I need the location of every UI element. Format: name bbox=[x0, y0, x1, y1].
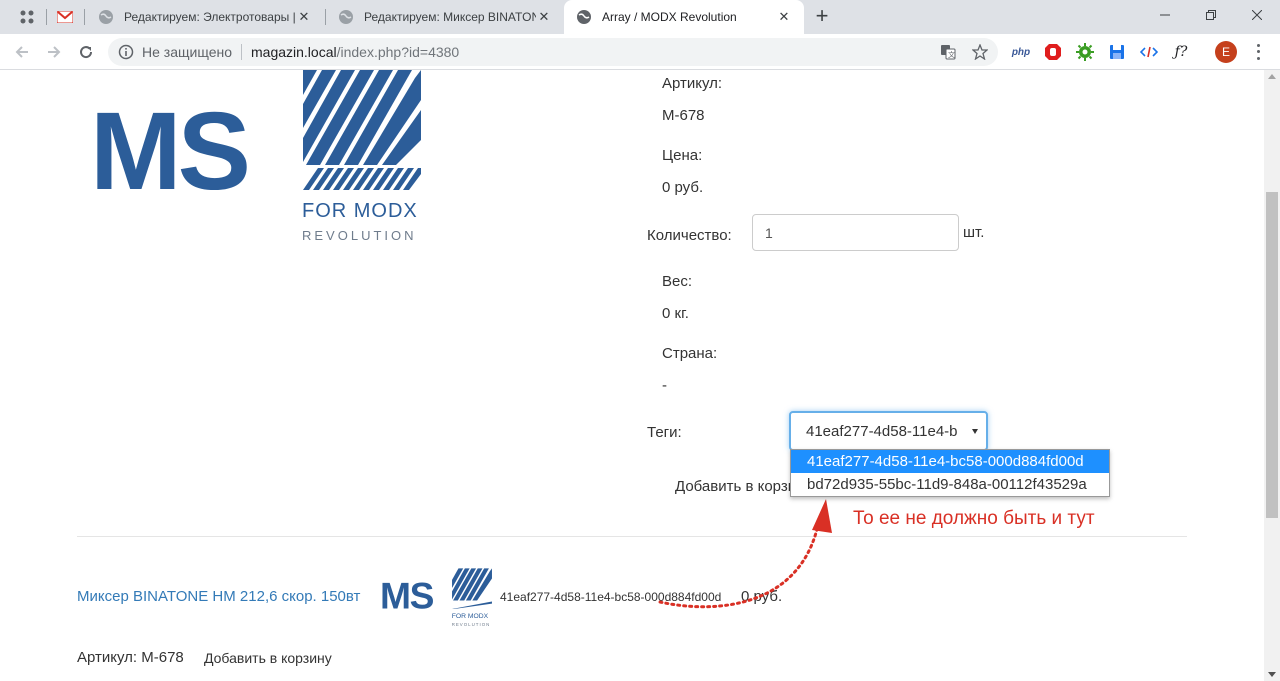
tab-title: Редактируем: Миксер BINATONE bbox=[364, 10, 536, 24]
back-button[interactable] bbox=[10, 40, 34, 64]
bookmark-star-icon[interactable] bbox=[972, 44, 988, 60]
ms2-logo-small: MS FOR MODX REVOLUTION bbox=[380, 568, 492, 627]
tab-title: Редактируем: Электротовары | M bbox=[124, 10, 296, 24]
minimize-button[interactable] bbox=[1142, 0, 1188, 30]
gmail-icon bbox=[57, 11, 73, 23]
tab-array-modx[interactable]: Array / MODX Revolution ✕ bbox=[564, 0, 804, 34]
restore-icon bbox=[1206, 10, 1216, 20]
quantity-input[interactable] bbox=[752, 214, 959, 251]
reload-icon bbox=[80, 46, 93, 59]
address-bar[interactable]: Не защищено magazin.local/index.php?id=4… bbox=[108, 38, 998, 66]
logo-subtitle-1: FOR MODX bbox=[452, 613, 489, 620]
svg-text:文: 文 bbox=[948, 50, 955, 59]
arrow-left-icon bbox=[15, 46, 28, 58]
dropdown-arrow-icon bbox=[972, 429, 978, 434]
pinned-tab-apps[interactable] bbox=[8, 0, 46, 34]
globe-icon bbox=[577, 10, 591, 24]
logo-ms-text: MS bbox=[380, 575, 434, 617]
logo-subtitle-2: REVOLUTION bbox=[302, 228, 417, 243]
tags-option[interactable]: 41eaf277-4d58-11e4-bc58-000d884fd00d bbox=[791, 450, 1109, 473]
divider bbox=[77, 536, 1187, 537]
gear-bug-icon[interactable] bbox=[1075, 42, 1095, 62]
quantity-unit: шт. bbox=[963, 224, 985, 241]
browser-menu-button[interactable] bbox=[1250, 42, 1266, 62]
divider bbox=[241, 44, 242, 60]
tags-select[interactable]: 41eaf277-4d58-11e4-bc58-000d884fd00d bbox=[789, 411, 988, 451]
close-tab-icon[interactable]: ✕ bbox=[536, 9, 552, 25]
scroll-up-arrow-icon[interactable] bbox=[1268, 74, 1276, 79]
scrollbar-thumb[interactable] bbox=[1266, 192, 1278, 518]
product-sku: Артикул: M-678 bbox=[77, 649, 184, 666]
vertical-scrollbar[interactable] bbox=[1264, 70, 1280, 681]
logo-ms-text: MS bbox=[90, 90, 248, 213]
tags-label: Теги: bbox=[647, 424, 682, 441]
globe-icon bbox=[99, 10, 113, 24]
weight-value: 0 кг. bbox=[662, 305, 689, 322]
add-to-cart-link[interactable]: Добавить в корзину bbox=[204, 650, 332, 666]
security-status: Не защищено bbox=[142, 44, 232, 60]
price-value: 0 руб. bbox=[662, 179, 704, 196]
close-icon bbox=[1252, 10, 1262, 20]
country-label: Страна: bbox=[662, 345, 718, 362]
apps-grid-icon bbox=[20, 10, 34, 24]
url-host: magazin.local bbox=[251, 44, 337, 60]
logo-subtitle-2: REVOLUTION bbox=[452, 622, 491, 627]
close-tab-icon[interactable]: ✕ bbox=[776, 9, 792, 25]
product-link[interactable]: Миксер BINATONE HM 212,6 скор. 150вт bbox=[77, 588, 360, 605]
annotation-text: То ее не должно быть и тут bbox=[847, 506, 1101, 532]
pinned-tab-gmail[interactable] bbox=[46, 0, 84, 34]
profile-avatar[interactable]: E bbox=[1215, 41, 1237, 63]
globe-icon bbox=[339, 10, 353, 24]
weight-label: Вес: bbox=[662, 273, 693, 290]
close-window-button[interactable] bbox=[1234, 0, 1280, 30]
price-label: Цена: bbox=[662, 147, 703, 164]
logo-stripes bbox=[303, 70, 421, 190]
close-tab-icon[interactable]: ✕ bbox=[296, 9, 312, 25]
url-path: /index.php?id=4380 bbox=[336, 44, 460, 60]
arrow-right-icon bbox=[48, 46, 61, 58]
new-tab-button[interactable]: + bbox=[810, 5, 834, 29]
reload-button[interactable] bbox=[74, 40, 98, 64]
save-disk-icon[interactable] bbox=[1107, 42, 1127, 62]
minimize-icon bbox=[1160, 14, 1170, 16]
tab-title: Array / MODX Revolution bbox=[602, 10, 737, 24]
annotation-arrow bbox=[658, 499, 832, 609]
country-value: - bbox=[662, 377, 667, 394]
quantity-label: Количество: bbox=[647, 227, 732, 244]
info-icon bbox=[118, 44, 134, 60]
translate-icon[interactable]: 文 bbox=[940, 44, 956, 60]
tab-edit-mixer[interactable]: Редактируем: Миксер BINATONE ✕ bbox=[326, 0, 564, 34]
restore-button[interactable] bbox=[1188, 0, 1234, 30]
sku-value: M-678 bbox=[662, 107, 705, 124]
forward-button[interactable] bbox=[42, 40, 66, 64]
php-icon[interactable]: php bbox=[1011, 42, 1031, 62]
ms2-logo: MS FOR MODX REVOLUTION bbox=[90, 70, 421, 243]
page-content: MS FOR MODX REVOLUTION Артикул: M-678 Це… bbox=[0, 70, 1264, 681]
code-icon[interactable] bbox=[1139, 42, 1159, 62]
f-question-icon[interactable]: ƒ? bbox=[1171, 42, 1191, 62]
tab-strip: Редактируем: Электротовары | M ✕ Редакти… bbox=[0, 0, 1280, 34]
tags-option[interactable]: bd72d935-55bc-11d9-848a-00112f43529a bbox=[791, 473, 1109, 496]
logo-subtitle-1: FOR MODX bbox=[302, 200, 418, 222]
tab-separator bbox=[84, 9, 85, 25]
sku-label: Артикул: bbox=[662, 75, 723, 92]
stop-icon[interactable] bbox=[1043, 42, 1063, 62]
tags-selected-value: 41eaf277-4d58-11e4-bc58-000d884fd00d bbox=[806, 422, 958, 440]
tags-dropdown-list: 41eaf277-4d58-11e4-bc58-000d884fd00d bd7… bbox=[790, 449, 1110, 497]
tab-edit-electronics[interactable]: Редактируем: Электротовары | M ✕ bbox=[86, 0, 324, 34]
browser-toolbar: Не защищено magazin.local/index.php?id=4… bbox=[0, 34, 1280, 70]
scroll-down-arrow-icon[interactable] bbox=[1268, 672, 1276, 677]
